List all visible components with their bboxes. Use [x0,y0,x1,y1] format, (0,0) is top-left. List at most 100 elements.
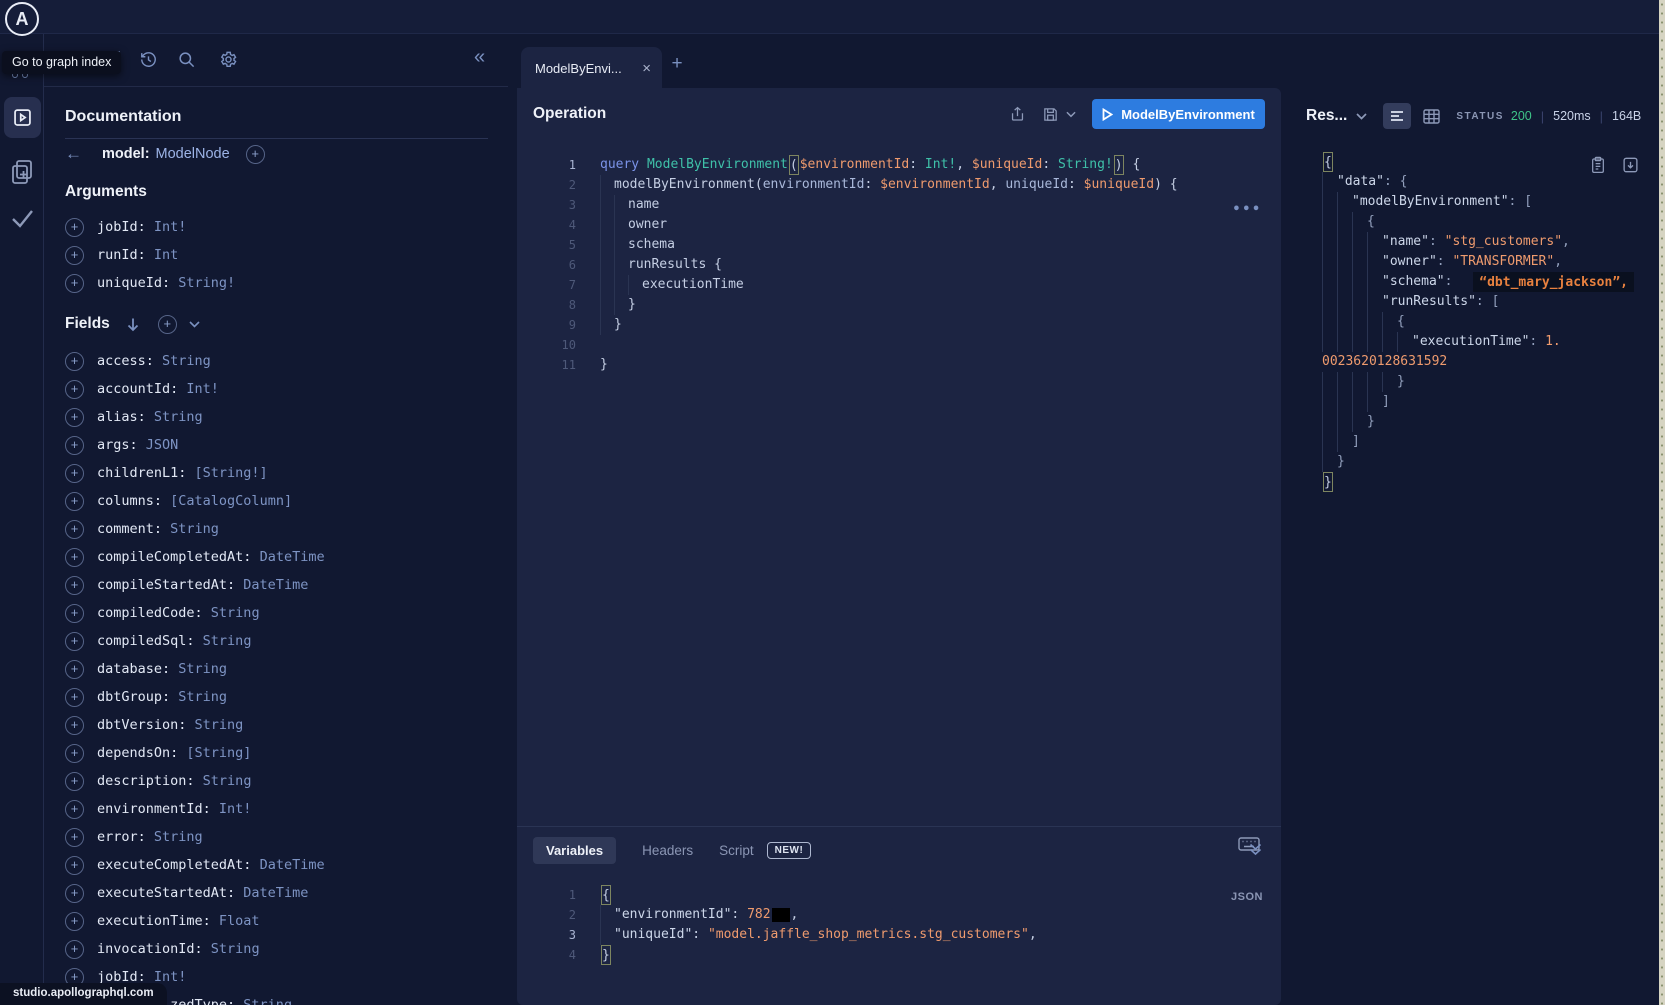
field-name[interactable]: alias: [97,409,146,425]
plus-circle-icon[interactable]: + [65,492,84,511]
field-type[interactable]: DateTime [251,857,324,873]
plus-circle-icon[interactable]: + [65,380,84,399]
close-icon[interactable]: × [636,60,662,77]
save-button-group[interactable] [1042,106,1076,123]
field-type[interactable]: DateTime [235,577,308,593]
field-type[interactable]: [String] [178,745,251,761]
plus-circle-icon[interactable]: + [246,145,265,164]
field-name[interactable]: args: [97,437,138,453]
field-type[interactable]: String [195,773,252,789]
field-name[interactable]: comment: [97,521,162,537]
field-type[interactable]: [CatalogColumn] [162,493,292,509]
field-name[interactable]: executionTime: [97,913,211,929]
field-name[interactable]: jobId: [97,219,146,235]
field-type[interactable]: DateTime [251,549,324,565]
plus-circle-icon[interactable]: + [65,274,84,293]
field-name[interactable]: columns: [97,493,162,509]
run-operation-button[interactable]: ModelByEnvironment [1092,99,1265,129]
field-name[interactable]: dbtVersion: [97,717,186,733]
field-name[interactable]: access: [97,353,154,369]
share-icon[interactable] [1009,105,1026,123]
search-icon[interactable] [177,50,196,69]
field-type[interactable]: [String!] [186,465,267,481]
field-type[interactable]: String [186,717,243,733]
field-name[interactable]: runId: [97,247,146,263]
sidebar-item-checks[interactable] [9,206,36,230]
plus-circle-icon[interactable]: + [65,464,84,483]
download-icon[interactable] [1622,156,1639,174]
field-type[interactable]: JSON [138,437,179,453]
plus-circle-icon[interactable]: + [65,744,84,763]
tab-variables[interactable]: Variables [533,837,616,864]
field-name[interactable]: executeCompletedAt: [97,857,251,873]
chevron-down-icon[interactable] [189,321,200,328]
plus-circle-icon[interactable]: + [65,576,84,595]
field-name[interactable]: executeStartedAt: [97,885,235,901]
plus-circle-icon[interactable]: + [65,856,84,875]
plus-circle-icon[interactable]: + [65,548,84,567]
graphql-editor[interactable]: 1query ModelByEnvironment($environmentId… [517,140,1281,826]
field-type[interactable]: Float [211,913,260,929]
tab-headers[interactable]: Headers [642,843,693,858]
plus-circle-icon[interactable]: + [65,632,84,651]
plus-circle-icon[interactable]: + [65,436,84,455]
field-type[interactable]: Int! [146,219,187,235]
field-type[interactable]: String [235,997,292,1005]
field-name[interactable]: environmentId: [97,801,211,817]
field-type[interactable]: String [146,829,203,845]
field-type[interactable]: String [195,633,252,649]
field-type[interactable]: String [170,661,227,677]
field-type[interactable]: String! [170,275,235,291]
plus-circle-icon[interactable]: + [65,218,84,237]
double-chevron-down-icon[interactable] [1248,842,1263,857]
field-name[interactable]: uniqueId: [97,275,170,291]
sidebar-item-explorer[interactable] [4,97,41,138]
plus-circle-icon[interactable]: + [65,352,84,371]
plus-circle-icon[interactable]: + [65,828,84,847]
table-view-toggle[interactable] [1423,109,1440,124]
field-type[interactable]: String [170,689,227,705]
field-type[interactable]: String [203,941,260,957]
field-name[interactable]: compiledSql: [97,633,195,649]
field-type[interactable]: String [162,521,219,537]
plus-circle-icon[interactable]: + [65,660,84,679]
field-type[interactable]: Int! [211,801,252,817]
field-name[interactable]: dependsOn: [97,745,178,761]
back-arrow-icon[interactable]: ← [65,144,82,164]
plus-circle-icon[interactable]: + [65,246,84,265]
field-name[interactable]: compileCompletedAt: [97,549,251,565]
field-name[interactable]: description: [97,773,195,789]
chevron-down-icon[interactable] [1356,113,1367,120]
field-type[interactable]: Int! [178,381,219,397]
editor-overflow-menu[interactable]: ••• [1233,202,1262,217]
sort-down-icon[interactable] [126,317,140,332]
history-icon[interactable] [139,50,158,69]
plus-circle-icon[interactable]: + [65,408,84,427]
settings-gear-icon[interactable] [219,50,238,69]
plus-circle-icon[interactable]: + [65,772,84,791]
field-name[interactable]: compileStartedAt: [97,577,235,593]
field-name[interactable]: compiledCode: [97,605,203,621]
apollo-logo[interactable]: A [5,2,39,36]
doc-type-link[interactable]: ModelNode [156,146,230,162]
field-name[interactable]: database: [97,661,170,677]
variables-editor[interactable]: 1{2"environmentId": 782,3"uniqueId": "mo… [517,873,1281,965]
field-name[interactable]: error: [97,829,146,845]
plus-circle-icon[interactable]: + [65,520,84,539]
field-type[interactable]: Int [146,247,179,263]
response-title[interactable]: Res... [1306,107,1347,125]
field-type[interactable]: DateTime [235,885,308,901]
plus-circle-icon[interactable]: + [65,940,84,959]
collapse-panel-icon[interactable]: « [474,46,485,69]
tab-modelbyenvironment[interactable]: ModelByEnvi... × [521,47,662,89]
plus-circle-icon[interactable]: + [65,800,84,819]
list-view-toggle[interactable] [1383,103,1411,129]
response-json-viewer[interactable]: {"data": {"modelByEnvironment": [{"name"… [1288,144,1659,492]
sidebar-item-schema[interactable] [9,158,35,186]
plus-circle-icon[interactable]: + [65,604,84,623]
plus-circle-icon[interactable]: + [65,884,84,903]
field-type[interactable]: String [203,605,260,621]
new-tab-button[interactable]: + [666,53,688,75]
tab-script[interactable]: Script [719,843,754,858]
field-type[interactable]: String [154,353,211,369]
